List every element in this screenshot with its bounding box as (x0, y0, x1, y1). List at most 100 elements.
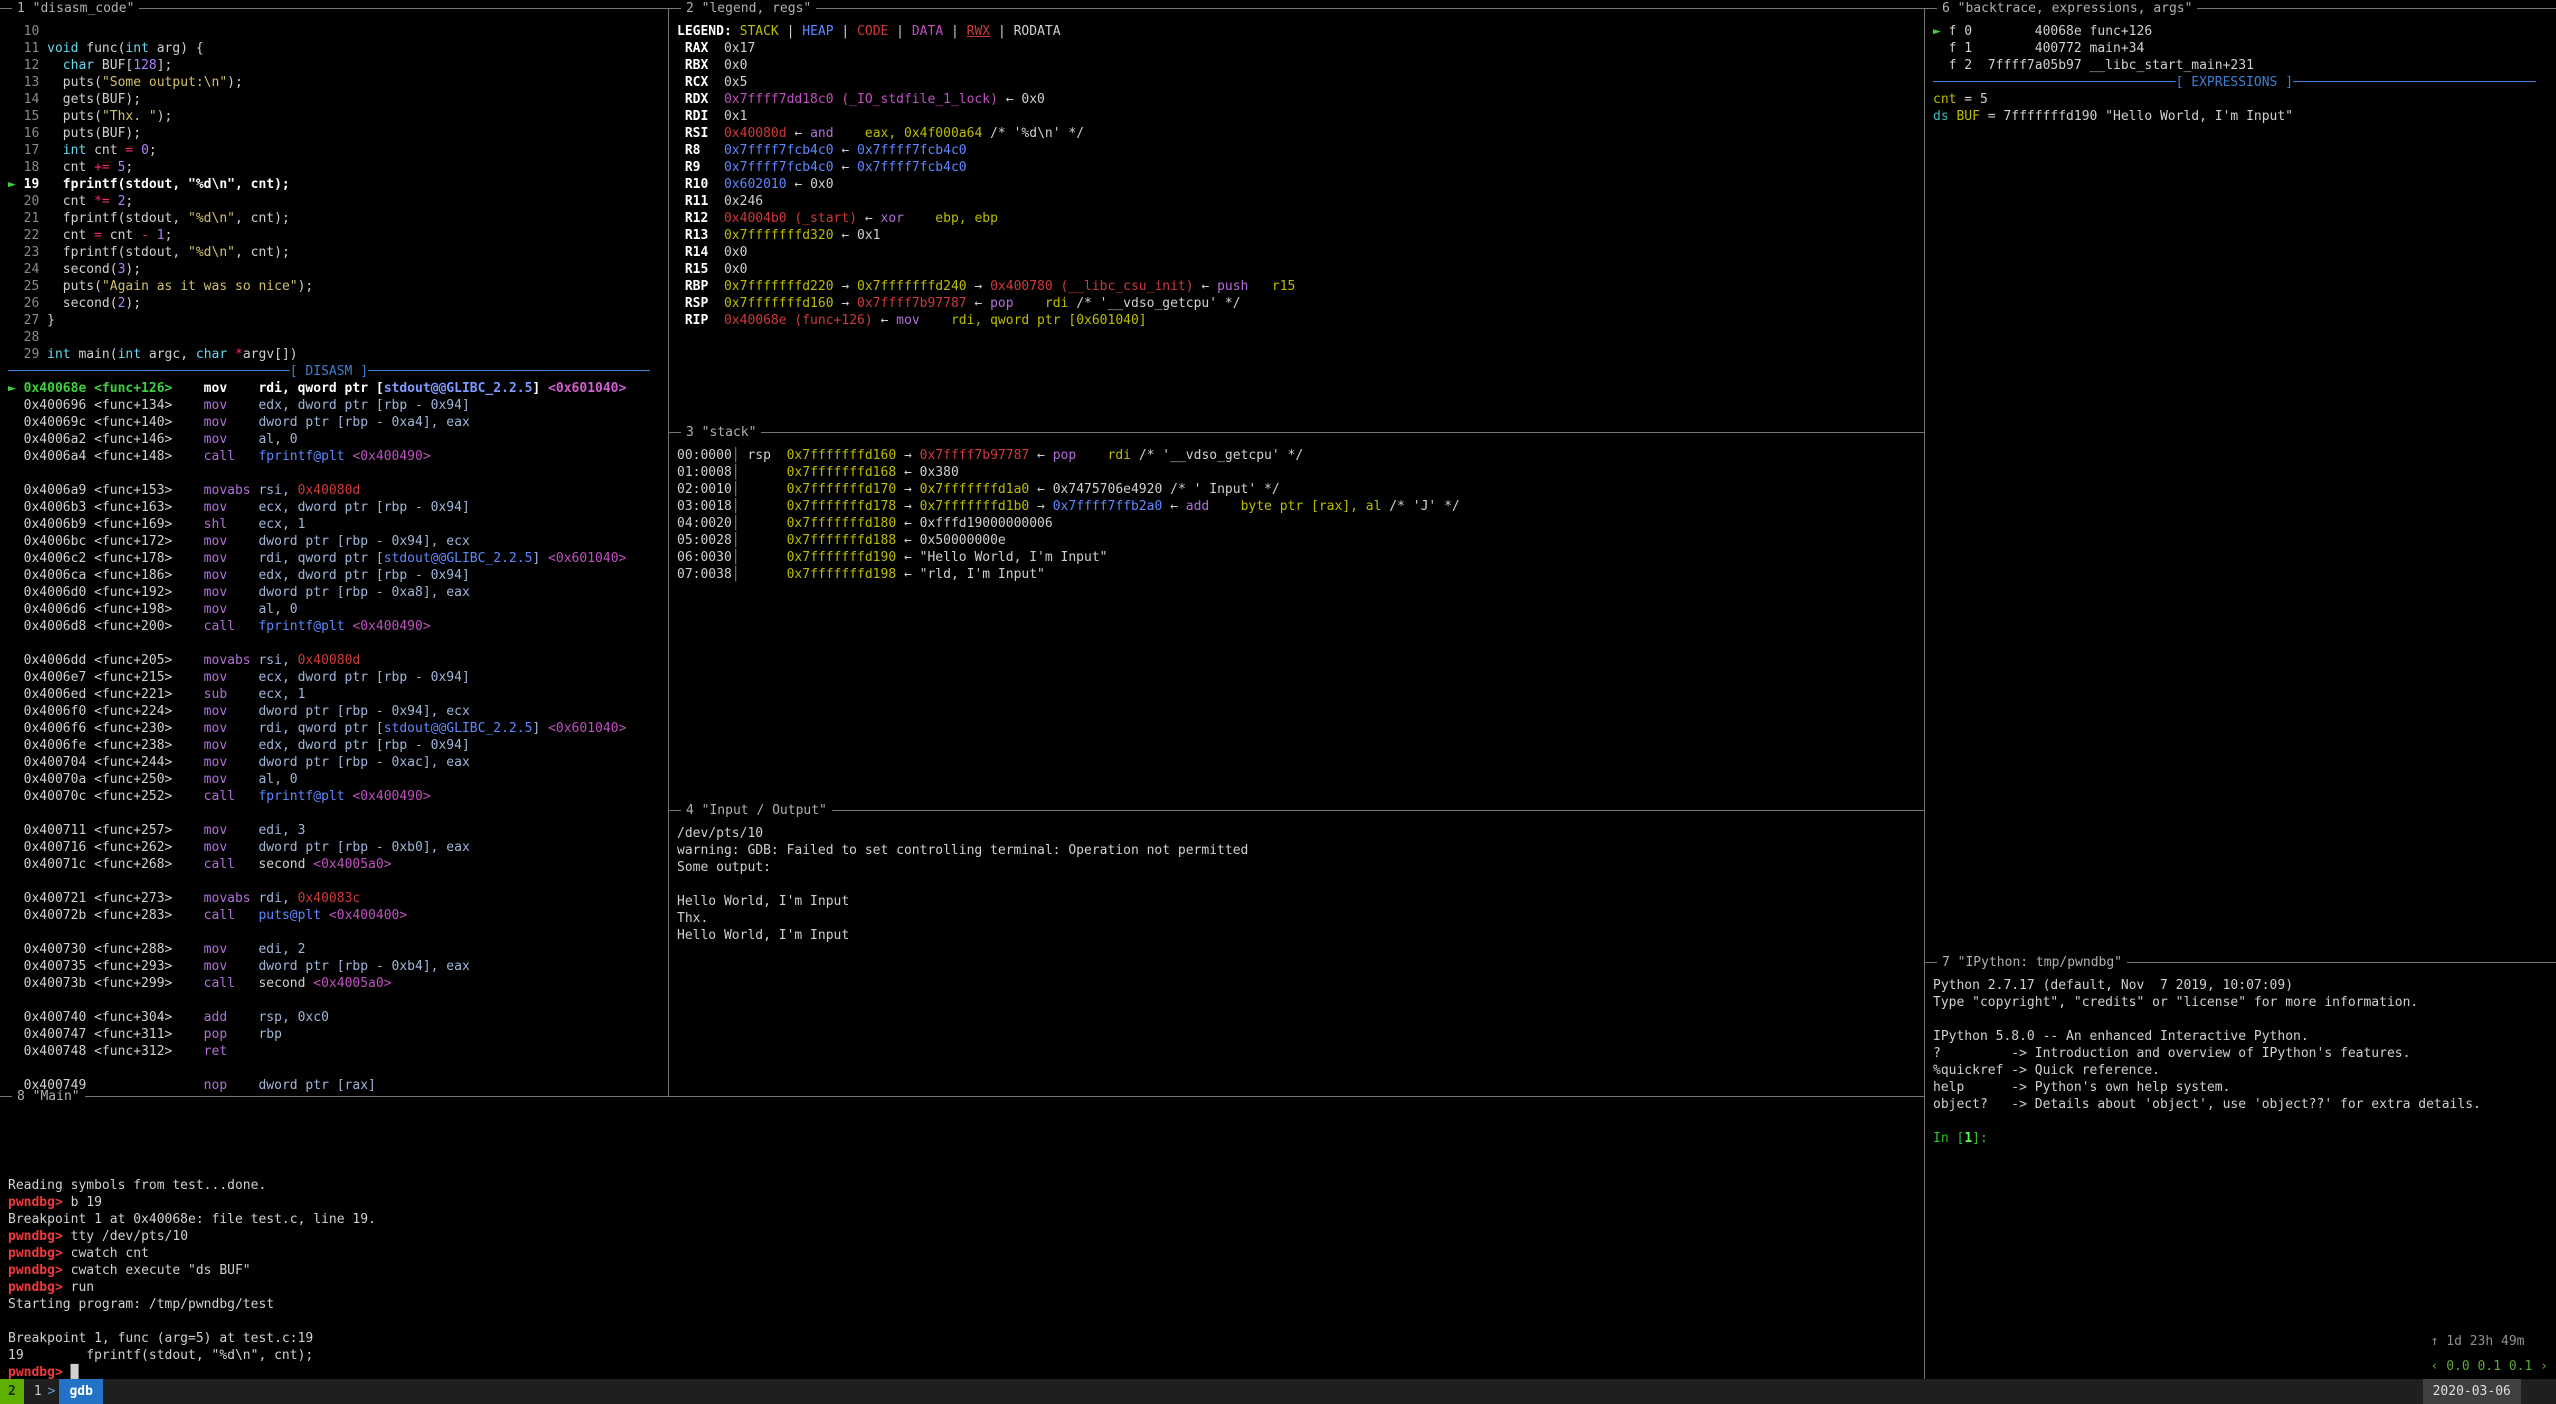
terminal-line: In [1]: (1933, 1130, 2556, 1147)
window-name-gdb[interactable]: gdb (59, 1379, 102, 1404)
terminal-line: RAX 0x17 (677, 40, 1924, 57)
pane-title: 2 "legend, regs" (681, 1, 816, 17)
terminal-line: f 1 400772 main+34 (1933, 40, 2556, 57)
terminal-line: 0x4006b3 <func+163> mov ecx, dword ptr [… (8, 499, 668, 516)
terminal-line: 0x40073b <func+299> call second <0x4005a… (8, 975, 668, 992)
terminal-line: 0x4006d6 <func+198> mov al, 0 (8, 601, 668, 618)
terminal-line: 0x40071c <func+268> call second <0x4005a… (8, 856, 668, 873)
terminal-line: 0x4006a4 <func+148> call fprintf@plt <0x… (8, 448, 668, 465)
terminal-line: 21 fprintf(stdout, "%d\n", cnt); (8, 210, 668, 227)
pane-stack[interactable]: 3 "stack" 00:0000│ rsp 0x7fffffffd160 → … (668, 432, 1924, 810)
pane-body-backtrace: ► f 0 40068e func+126 f 1 400772 main+34… (1933, 23, 2556, 962)
terminal-line: R14 0x0 (677, 244, 1924, 261)
terminal-line: 0x400749 nop dword ptr [rax] (8, 1077, 668, 1094)
terminal-line: f 2 7ffff7a05b97 __libc_start_main+231 (1933, 57, 2556, 74)
terminal-line: Python 2.7.17 (default, Nov 7 2019, 10:0… (1933, 977, 2556, 994)
terminal-line: 00:0000│ rsp 0x7fffffffd160 → 0x7ffff7b9… (677, 447, 1924, 464)
tmux-status-bar: 2 1 > gdb ↑ 1d 23h 49m ‹ 0.0 0.1 0.1 › 2… (0, 1379, 2556, 1404)
terminal-line: warning: GDB: Failed to set controlling … (677, 842, 1924, 859)
pane-body-io: /dev/pts/10warning: GDB: Failed to set c… (677, 825, 1924, 1096)
terminal-line: RBP 0x7fffffffd220 → 0x7fffffffd240 → 0x… (677, 278, 1924, 295)
terminal-line (8, 1160, 1924, 1177)
pane-input-output[interactable]: 4 "Input / Output" /dev/pts/10warning: G… (668, 810, 1924, 1096)
terminal-line: 0x4006d8 <func+200> call fprintf@plt <0x… (8, 618, 668, 635)
terminal-line: 0x40070c <func+252> call fprintf@plt <0x… (8, 788, 668, 805)
terminal-line: RSP 0x7fffffffd160 → 0x7ffff7b97787 ← po… (677, 295, 1924, 312)
pane-disasm-code[interactable]: 1 "disasm_code" 10 11 void func(int arg)… (0, 8, 668, 1096)
terminal-line: 17 int cnt = 0; (8, 142, 668, 159)
terminal-line: R10 0x602010 ← 0x0 (677, 176, 1924, 193)
terminal-line: 11 void func(int arg) { (8, 40, 668, 57)
chevron-right-icon: > (46, 1379, 58, 1404)
terminal-line: 0x4006a2 <func+146> mov al, 0 (8, 431, 668, 448)
date-text: 2020-03-06 (2423, 1379, 2521, 1404)
terminal-line: ► f 0 40068e func+126 (1933, 23, 2556, 40)
terminal-line: R12 0x4004b0 (_start) ← xor ebp, ebp (677, 210, 1924, 227)
terminal-line: 0x4006ed <func+221> sub ecx, 1 (8, 686, 668, 703)
load-average: ‹ 0.0 0.1 0.1 › (2423, 1354, 2556, 1379)
terminal-line: Breakpoint 1 at 0x40068e: file test.c, l… (8, 1211, 1924, 1228)
terminal-line: 0x400740 <func+304> add rsp, 0xc0 (8, 1009, 668, 1026)
terminal-line: R15 0x0 (677, 261, 1924, 278)
terminal-line: R13 0x7fffffffd320 ← 0x1 (677, 227, 1924, 244)
terminal-line: 20 cnt *= 2; (8, 193, 668, 210)
terminal-line: 02:0010│ 0x7fffffffd170 → 0x7fffffffd1a0… (677, 481, 1924, 498)
terminal-line: RCX 0x5 (677, 74, 1924, 91)
pane-title: 7 "IPython: tmp/pwndbg" (1937, 955, 2127, 971)
terminal-line: 0x4006f6 <func+230> mov rdi, qword ptr [… (8, 720, 668, 737)
pane-legend-regs[interactable]: 2 "legend, regs" LEGEND: STACK | HEAP | … (668, 8, 1924, 432)
terminal-line: 0x40070a <func+250> mov al, 0 (8, 771, 668, 788)
pane-body-stack: 00:0000│ rsp 0x7fffffffd160 → 0x7ffff7b9… (677, 447, 1924, 810)
pane-title: 1 "disasm_code" (12, 1, 139, 17)
terminal-line: ───────────────────────────────[ EXPRESS… (1933, 74, 2556, 91)
pane-title: 4 "Input / Output" (681, 803, 832, 819)
terminal-line: 04:0020│ 0x7fffffffd180 ← 0xfffd19000000… (677, 515, 1924, 532)
tmux-screen: 1 "disasm_code" 10 11 void func(int arg)… (0, 0, 2556, 1404)
terminal-line: 0x400711 <func+257> mov edi, 3 (8, 822, 668, 839)
terminal-line: RDX 0x7ffff7dd18c0 (_IO_stdfile_1_lock) … (677, 91, 1924, 108)
terminal-line: 0x40072b <func+283> call puts@plt <0x400… (8, 907, 668, 924)
terminal-line (8, 805, 668, 822)
terminal-line: pwndbg> tty /dev/pts/10 (8, 1228, 1924, 1245)
terminal-line: 26 second(2); (8, 295, 668, 312)
terminal-line: 0x4006fe <func+238> mov edx, dword ptr [… (8, 737, 668, 754)
terminal-line: 0x4006dd <func+205> movabs rsi, 0x40080d (8, 652, 668, 669)
uptime-text: ↑ 1d 23h 49m (2423, 1329, 2533, 1354)
pane-main-gdb-console[interactable]: 8 "Main" Reading symbols from test...don… (0, 1096, 1924, 1379)
terminal-line: 0x4006d0 <func+192> mov dword ptr [rbp -… (8, 584, 668, 601)
terminal-line: help -> Python's own help system. (1933, 1079, 2556, 1096)
terminal-line: 0x400735 <func+293> mov dword ptr [rbp -… (8, 958, 668, 975)
terminal-line: 06:0030│ 0x7fffffffd190 ← "Hello World, … (677, 549, 1924, 566)
terminal-line: pwndbg> █ (8, 1364, 1924, 1379)
terminal-line: 0x400704 <func+244> mov dword ptr [rbp -… (8, 754, 668, 771)
terminal-line: IPython 5.8.0 -- An enhanced Interactive… (1933, 1028, 2556, 1045)
terminal-line: 13 puts("Some output:\n"); (8, 74, 668, 91)
terminal-line: 14 gets(BUF); (8, 91, 668, 108)
terminal-line: Thx. (677, 910, 1924, 927)
terminal-line: Starting program: /tmp/pwndbg/test (8, 1296, 1924, 1313)
terminal-line: 25 puts("Again as it was so nice"); (8, 278, 668, 295)
terminal-line: Type "copyright", "credits" or "license"… (1933, 994, 2556, 1011)
terminal-line: 16 puts(BUF); (8, 125, 668, 142)
terminal-line: 27 } (8, 312, 668, 329)
terminal-line: Some output: (677, 859, 1924, 876)
terminal-line: 18 cnt += 5; (8, 159, 668, 176)
terminal-line: ► 0x40068e <func+126> mov rdi, qword ptr… (8, 380, 668, 397)
pane-backtrace-expressions[interactable]: 6 "backtrace, expressions, args" ► f 0 4… (1924, 8, 2556, 962)
terminal-line: RDI 0x1 (677, 108, 1924, 125)
terminal-line: 0x4006c2 <func+178> mov rdi, qword ptr [… (8, 550, 668, 567)
terminal-line: ────────────────────────────────────[ DI… (8, 363, 668, 380)
session-badge[interactable]: 2 (0, 1379, 24, 1404)
terminal-line: 0x400747 <func+311> pop rbp (8, 1026, 668, 1043)
terminal-line: RBX 0x0 (677, 57, 1924, 74)
terminal-line (8, 635, 668, 652)
terminal-line (677, 876, 1924, 893)
terminal-line: 05:0028│ 0x7fffffffd188 ← 0x50000000e (677, 532, 1924, 549)
terminal-line: LEGEND: STACK | HEAP | CODE | DATA | RWX… (677, 23, 1924, 40)
terminal-line: pwndbg> b 19 (8, 1194, 1924, 1211)
terminal-line: Reading symbols from test...done. (8, 1177, 1924, 1194)
pane-title: 6 "backtrace, expressions, args" (1937, 1, 2197, 17)
terminal-line: R9 0x7ffff7fcb4c0 ← 0x7ffff7fcb4c0 (677, 159, 1924, 176)
terminal-line: Breakpoint 1, func (arg=5) at test.c:19 (8, 1330, 1924, 1347)
pane-title: 8 "Main" (12, 1089, 85, 1105)
